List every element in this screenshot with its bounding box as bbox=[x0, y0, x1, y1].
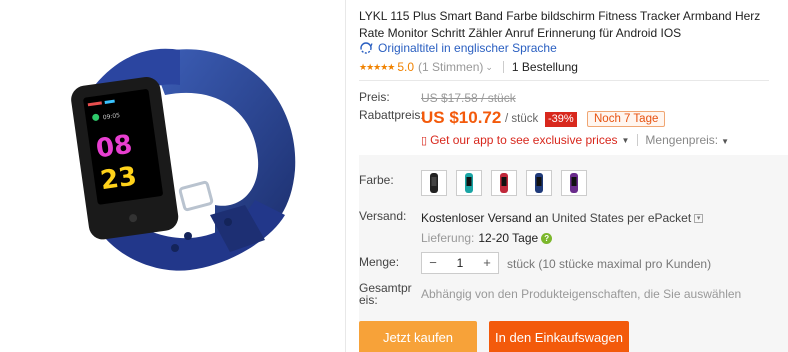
price-label: Preis: bbox=[359, 90, 390, 104]
vote-count[interactable]: (1 Stimmen) bbox=[418, 60, 483, 74]
color-swatches bbox=[421, 170, 596, 196]
quantity-stepper: − 1 + bbox=[421, 252, 499, 274]
decrement-button[interactable]: − bbox=[422, 253, 444, 273]
price-unit: / stück bbox=[505, 113, 539, 125]
band-thumbnail-icon bbox=[500, 173, 508, 193]
divider bbox=[637, 134, 639, 146]
color-option-teal[interactable] bbox=[456, 170, 482, 196]
app-price-link[interactable]: Get our app to see exclusive prices bbox=[430, 133, 617, 147]
discount-price-label: Rabattpreis: bbox=[359, 108, 424, 122]
star-rating-icon: ★★★★★ bbox=[359, 61, 395, 72]
shipping-label: Versand: bbox=[359, 209, 407, 223]
delivery-info: Lieferung: 12-20 Tage ? bbox=[421, 231, 553, 245]
fitness-band-illustration: 09:05 08 23 bbox=[71, 48, 296, 271]
color-option-navy[interactable] bbox=[526, 170, 552, 196]
band-thumbnail-icon bbox=[465, 173, 473, 193]
shipping-info: Kostenloser Versand an United States per… bbox=[421, 211, 704, 225]
divider bbox=[359, 80, 769, 81]
stock-note: stück (10 stücke maximal pro Kunden) bbox=[507, 257, 712, 271]
divider bbox=[502, 61, 504, 73]
help-icon[interactable]: ? bbox=[541, 232, 553, 244]
chevron-down-icon[interactable]: ⌄ bbox=[485, 62, 493, 73]
mobile-phone-icon: ▯ bbox=[421, 134, 428, 147]
rating-row: ★★★★★ 5.0 (1 Stimmen) ⌄ 1 Bestellung bbox=[359, 59, 578, 75]
order-count: 1 Bestellung bbox=[511, 60, 578, 74]
add-to-cart-button[interactable]: In den Einkaufswagen bbox=[489, 321, 629, 352]
quantity-label: Menge: bbox=[359, 255, 400, 269]
column-divider bbox=[345, 0, 346, 352]
delivery-label: Lieferung: bbox=[421, 231, 475, 245]
shipping-destination[interactable]: United States per ePacket bbox=[552, 211, 691, 225]
band-thumbnail-icon bbox=[535, 173, 543, 193]
original-price: US $17.58 / stück bbox=[421, 91, 516, 105]
original-title-link[interactable]: Originaltitel in englischer Sprache bbox=[359, 40, 557, 56]
bulk-price-dropdown[interactable]: Mengenpreis: ▼ bbox=[645, 133, 737, 147]
color-option-red[interactable] bbox=[491, 170, 517, 196]
app-price-row: ▯ Get our app to see exclusive prices ▼ … bbox=[421, 133, 737, 147]
delivery-days: 12-20 Tage bbox=[478, 231, 539, 245]
total-price-label: Gesamtpr eis: bbox=[359, 282, 412, 306]
product-info-panel: LYKL 115 Plus Smart Band Farbe bildschir… bbox=[359, 0, 788, 352]
buy-now-button[interactable]: Jetzt kaufen bbox=[359, 321, 477, 352]
product-image[interactable]: 09:05 08 23 bbox=[0, 0, 345, 352]
total-label-line: eis: bbox=[359, 293, 378, 307]
quantity-input[interactable]: 1 bbox=[444, 256, 476, 270]
caret-down-icon[interactable]: ▼ bbox=[721, 137, 729, 146]
color-option-black[interactable] bbox=[421, 170, 447, 196]
color-option-purple[interactable] bbox=[561, 170, 587, 196]
free-shipping-text: Kostenloser Versand an bbox=[421, 211, 549, 225]
band-thumbnail-icon bbox=[570, 173, 578, 193]
original-title-label[interactable]: Originaltitel in englischer Sprache bbox=[378, 41, 557, 55]
color-label: Farbe: bbox=[359, 173, 394, 187]
total-price-text: Abhängig von den Produkteigenschaften, d… bbox=[421, 287, 742, 301]
discount-price: US $10.72 bbox=[421, 108, 502, 127]
caret-down-icon[interactable]: ▼ bbox=[622, 136, 630, 145]
bulk-price-label[interactable]: Mengenpreis: bbox=[645, 133, 718, 147]
rating-value: 5.0 bbox=[397, 60, 415, 74]
band-thumbnail-icon bbox=[430, 173, 438, 193]
svg-text:23: 23 bbox=[99, 161, 139, 196]
time-left-badge: Noch 7 Tage bbox=[587, 111, 666, 127]
svg-text:08: 08 bbox=[94, 130, 134, 165]
discount-badge: -39% bbox=[545, 112, 577, 127]
translate-icon bbox=[360, 42, 373, 54]
dropdown-icon[interactable]: ▾ bbox=[694, 213, 704, 223]
product-title: LYKL 115 Plus Smart Band Farbe bildschir… bbox=[359, 9, 761, 40]
increment-button[interactable]: + bbox=[476, 253, 498, 273]
